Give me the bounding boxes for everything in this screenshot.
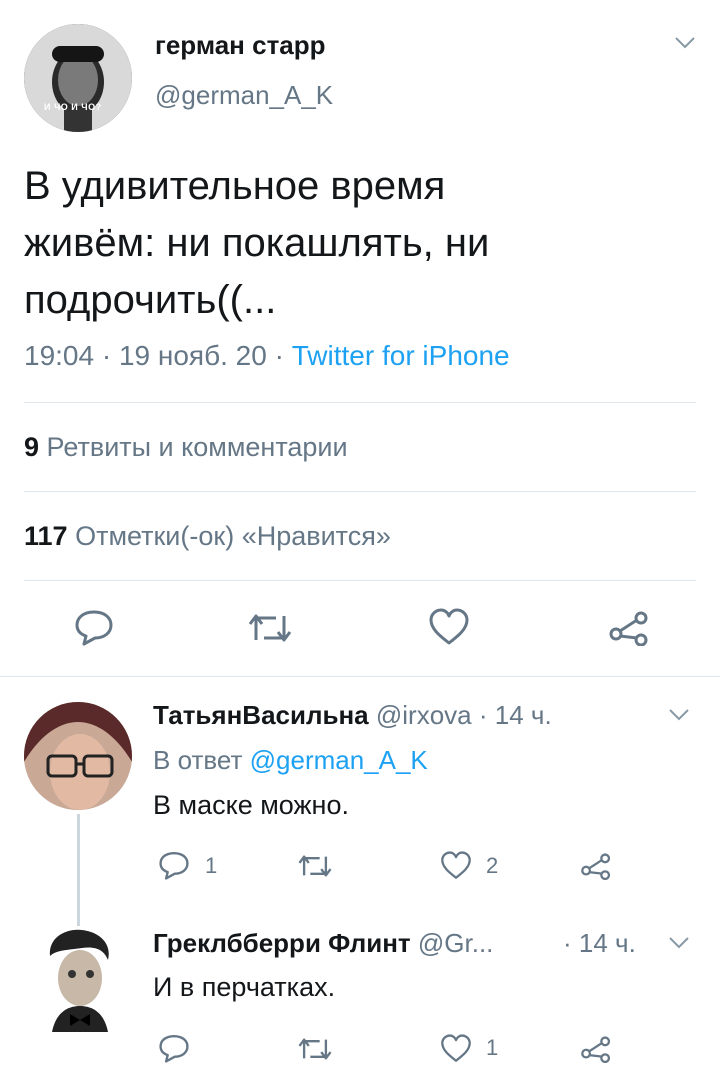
chevron-down-icon[interactable]: [668, 708, 690, 722]
reply-author-handle[interactable]: @irxova: [376, 700, 472, 730]
separator: ·: [563, 928, 572, 958]
reply-icon[interactable]: [158, 850, 190, 880]
reply-meta: · 14 ч.: [563, 928, 636, 959]
reply-to-handle[interactable]: @german_A_K: [250, 745, 428, 775]
author-name[interactable]: герман старр: [155, 30, 326, 61]
tweet-source[interactable]: Twitter for iPhone: [292, 340, 510, 371]
tweet-meta: 19:04 · 19 нояб. 20 · Twitter for iPhone: [24, 340, 510, 372]
retweets-stat[interactable]: 9 Ретвиты и комментарии: [24, 432, 348, 463]
thread-line: [77, 814, 80, 926]
reply-text: В маске можно.: [153, 790, 349, 820]
tweet-text-line: В удивительное время: [24, 164, 446, 208]
like-count: 1: [486, 1035, 499, 1060]
reply-icon[interactable]: [158, 1033, 190, 1063]
retweet-icon[interactable]: [296, 852, 334, 880]
retweets-count: 9: [24, 432, 40, 462]
separator: ·: [478, 700, 488, 730]
like-count: 2: [486, 853, 499, 878]
tweet-date[interactable]: 19 нояб. 20: [119, 340, 267, 371]
reply-time[interactable]: 14 ч.: [495, 700, 552, 730]
reply-header: ТатьянВасильна @irxova · 14 ч.: [153, 700, 552, 731]
retweets-label: Ретвиты и комментарии: [46, 432, 348, 462]
reply-to-line: В ответ @german_A_K: [153, 745, 428, 776]
chevron-down-icon[interactable]: [668, 936, 690, 950]
author-handle[interactable]: @german_A_K: [155, 80, 333, 111]
divider: [24, 491, 696, 492]
chevron-down-icon[interactable]: [674, 36, 696, 50]
tweet-time[interactable]: 19:04: [24, 340, 94, 371]
tweet-text-line: подрочить((...: [24, 278, 277, 322]
share-icon[interactable]: [580, 1035, 612, 1063]
reply-text: И в перчатках.: [153, 972, 336, 1002]
share-icon[interactable]: [580, 852, 612, 880]
tweet-text-line: живём: ни покашлять, ни: [24, 221, 490, 265]
reply-author-name[interactable]: Греклбберри Флинт: [153, 928, 411, 958]
separator: ·: [274, 340, 284, 371]
share-icon[interactable]: [608, 610, 650, 646]
tweet-text: В удивительное время живём: ни покашлять…: [24, 158, 489, 329]
reply-time[interactable]: 14 ч.: [579, 928, 636, 958]
likes-stat[interactable]: 117 Отметки(-ок) «Нравится»: [24, 521, 391, 552]
likes-count: 117: [24, 521, 68, 551]
reply-author-handle[interactable]: @Gr...: [418, 928, 494, 958]
retweet-icon[interactable]: [296, 1035, 334, 1063]
reply-avatar[interactable]: [24, 702, 132, 810]
reply-to-prefix: В ответ: [153, 745, 243, 775]
divider: [24, 402, 696, 403]
divider: [24, 580, 696, 581]
reply-count: 1: [205, 853, 218, 878]
likes-label: Отметки(-ок) «Нравится»: [75, 521, 391, 551]
reply-author-name[interactable]: ТатьянВасильна: [153, 700, 369, 730]
like-icon[interactable]: [440, 851, 472, 880]
like-icon[interactable]: [428, 608, 470, 646]
avatar-caption: И ЧО И ЧО?: [44, 102, 102, 112]
reply-avatar[interactable]: [38, 926, 122, 1034]
separator: ·: [101, 340, 112, 371]
reply-header: Греклбберри Флинт @Gr...: [153, 928, 493, 959]
section-divider: [0, 676, 720, 677]
author-avatar[interactable]: И ЧО И ЧО?: [24, 24, 132, 132]
reply-icon[interactable]: [74, 608, 114, 646]
retweet-icon[interactable]: [246, 610, 294, 646]
like-icon[interactable]: [440, 1034, 472, 1063]
